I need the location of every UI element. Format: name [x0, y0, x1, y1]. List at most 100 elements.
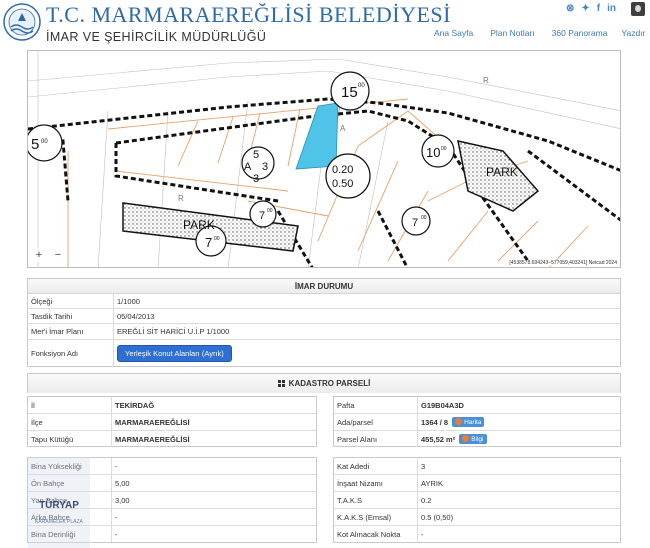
map-label-kaks: 0.50 — [332, 178, 353, 190]
harita-button[interactable]: Harita — [452, 417, 485, 427]
svg-text:7: 7 — [412, 217, 418, 229]
row-value: 5,00 — [115, 478, 130, 488]
row-value: 3 — [421, 461, 426, 471]
row-key: Ölçeği — [28, 294, 114, 308]
row-value: - — [421, 529, 424, 539]
social-links: ⊗ ✦ f in — [566, 3, 616, 14]
selected-parcel[interactable] — [295, 102, 339, 170]
row-value: MARMARAEREĞLİSİ — [115, 417, 190, 427]
zoom-out-button[interactable]: − — [49, 248, 67, 262]
twitter-icon[interactable]: ✦ — [581, 3, 589, 14]
row-value: 0.5 (0,50) — [421, 512, 454, 522]
row-key: T.A.K.S — [334, 492, 418, 508]
nav-360-panorama[interactable]: 360 Panorama — [552, 28, 608, 38]
table-row: İnşaat Nizamı AYRIK — [334, 475, 620, 492]
svg-text:00: 00 — [421, 215, 427, 221]
row-key: Tapu Kütüğü — [28, 431, 112, 447]
skype-icon[interactable]: ⊗ — [566, 3, 574, 14]
linkedin-icon[interactable]: in — [607, 3, 616, 14]
watermark-brand: TÜRYAP — [39, 500, 79, 511]
row-value: EREĞLİ SİT HARİCİ U.İ.P 1/1000 — [117, 327, 230, 336]
table-row: T.A.K.S 0.2 — [334, 492, 620, 509]
row-key: Kot Alınacak Nokta — [334, 526, 418, 542]
row-key: Pafta — [334, 397, 418, 413]
row-value: - — [115, 512, 118, 522]
table-row: Kot Alınacak Nokta - — [334, 526, 620, 542]
map-label-height-mid: 7 — [259, 210, 265, 222]
map-label-height-top: 15 — [341, 84, 358, 101]
svg-text:00: 00 — [41, 139, 48, 145]
row-key: İnşaat Nizamı — [334, 475, 418, 491]
nav-ana-sayfa[interactable]: Ana Sayfa — [434, 28, 473, 38]
row-key: Parsel Alanı — [334, 431, 418, 447]
svg-text:5: 5 — [253, 149, 259, 161]
map-label-taks: 0.20 — [332, 164, 353, 176]
bilgi-button[interactable]: Bilgi — [459, 434, 487, 444]
row-key: İl — [28, 397, 112, 413]
table-row: Fonksiyon Adı Yerleşik Konut Alanları (A… — [28, 340, 620, 366]
svg-text:R: R — [178, 194, 184, 203]
row-value: G19B04A3D — [421, 400, 464, 410]
row-value: 3,00 — [115, 495, 130, 505]
svg-text:A: A — [340, 124, 346, 133]
zoom-in-button[interactable]: + — [30, 248, 48, 262]
grid-icon — [277, 380, 285, 387]
map-zoom-controls: + − — [30, 248, 67, 262]
plan-info-table: İMAR DURUMU Ölçeği 1/1000 Tasdik Tarihi … — [27, 278, 621, 367]
map-pin-icon — [455, 418, 463, 425]
row-value: 1364 / 8 — [421, 417, 449, 427]
row-value: AYRIK — [421, 478, 443, 488]
map-attribution: [4538578.694243–577059,403241] Netcad 20… — [507, 260, 619, 266]
row-value: - — [115, 461, 118, 471]
function-button[interactable]: Yerleşik Konut Alanları (Ayrık) — [117, 344, 232, 362]
table-row: Mer'i İmar Planı EREĞLİ SİT HARİCİ U.İ.P… — [28, 324, 620, 340]
svg-text:3: 3 — [253, 173, 259, 185]
info-icon — [462, 435, 470, 442]
nav-plan-notlari[interactable]: Plan Notları — [490, 28, 534, 38]
table-row: Parsel Alanı 455,52 m² Bilgi — [334, 431, 620, 447]
top-nav: Ana Sayfa Plan Notları 360 Panorama Yazd… — [434, 28, 645, 38]
lightbulb-icon[interactable] — [631, 2, 645, 16]
row-key: Tasdik Tarihi — [28, 309, 114, 323]
row-value: MARMARAEREĞLİSİ — [115, 434, 190, 444]
row-value: 05/04/2013 — [117, 311, 155, 321]
svg-text:00: 00 — [267, 208, 273, 214]
row-key: Mer'i İmar Planı — [28, 324, 114, 339]
svg-text:00: 00 — [214, 236, 220, 242]
svg-text:3: 3 — [262, 161, 268, 173]
zoning-map[interactable]: 15 00 10 00 7 00 7 00 7 00 5 00 5 A 3 3 … — [27, 50, 621, 268]
plan-info-header: İMAR DURUMU — [28, 279, 620, 294]
row-value: - — [115, 529, 118, 539]
map-label-height-right: 10 — [426, 145, 440, 160]
row-value: 455,52 m² — [421, 434, 456, 444]
row-value: TEKİRDAĞ — [115, 400, 155, 410]
row-key: Fonksiyon Adı — [28, 340, 114, 366]
svg-text:00: 00 — [358, 83, 365, 89]
site-subtitle: İMAR VE ŞEHİRCİLİK MÜDÜRLÜĞÜ — [46, 30, 267, 44]
site-header: T.C. MARMARAEREĞLİSİ BELEDİYESİ İMAR VE … — [0, 0, 650, 50]
map-label-zone-a: A — [244, 161, 252, 173]
map-canvas[interactable]: 15 00 10 00 7 00 7 00 7 00 5 00 5 A 3 3 … — [28, 51, 621, 268]
watermark-sub: KARAMELEK PLAZA — [35, 519, 83, 525]
table-row: İl TEKİRDAĞ — [28, 397, 316, 414]
map-label-height-low: 7 — [205, 235, 212, 250]
table-row: K.A.K.S (Emsal) 0.5 (0,50) — [334, 509, 620, 526]
row-key: K.A.K.S (Emsal) — [334, 509, 418, 525]
svg-text:R: R — [483, 76, 489, 85]
row-key: Kat Adedi — [334, 458, 418, 474]
site-title: T.C. MARMARAEREĞLİSİ BELEDİYESİ — [46, 2, 451, 27]
table-row: Pafta G19B04A3D — [334, 397, 620, 414]
cadastre-header-bar: KADASTRO PARSELİ — [27, 373, 621, 393]
row-key: İlçe — [28, 414, 112, 430]
table-row: İlçe MARMARAEREĞLİSİ — [28, 414, 316, 431]
table-row: Tapu Kütüğü MARMARAEREĞLİSİ — [28, 431, 316, 447]
cadastre-left-table: İl TEKİRDAĞ İlçe MARMARAEREĞLİSİ Tapu Kü… — [27, 396, 317, 447]
facebook-icon[interactable]: f — [597, 3, 600, 14]
row-key: Ada/parsel — [334, 414, 418, 430]
nav-yazdir[interactable]: Yazdır — [621, 28, 645, 38]
table-row: Ölçeği 1/1000 — [28, 294, 620, 309]
building-right-table: Kat Adedi 3 İnşaat Nizamı AYRIK T.A.K.S … — [333, 457, 621, 543]
table-row: Kat Adedi 3 — [334, 458, 620, 475]
municipality-logo-icon[interactable] — [2, 0, 42, 44]
page: T.C. MARMARAEREĞLİSİ BELEDİYESİ İMAR VE … — [0, 0, 650, 548]
